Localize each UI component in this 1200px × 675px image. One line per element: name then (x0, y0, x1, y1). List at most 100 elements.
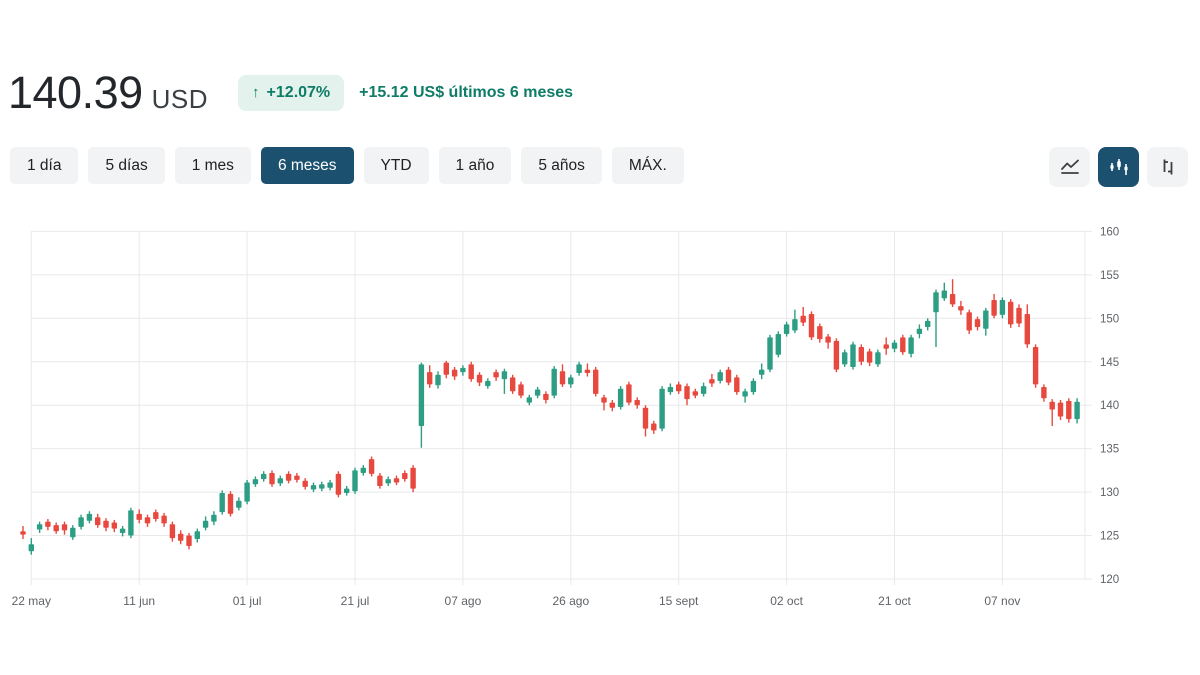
y-axis-label: 125 (1100, 531, 1119, 543)
candle-body (584, 369, 591, 374)
tab-1-año[interactable]: 1 año (438, 147, 512, 184)
candle-body (709, 379, 715, 384)
line-chart-icon (1059, 156, 1081, 178)
candle-body (451, 369, 458, 377)
candle-body (518, 384, 524, 396)
candle-body (891, 342, 898, 349)
period-tabs: 1 día 5 días 1 mes 6 meses YTD 1 año 5 años MÁX… (10, 147, 684, 184)
candlestick-icon (1108, 156, 1130, 178)
candle-body (136, 513, 142, 520)
x-axis-label: 07 nov (984, 594, 1020, 608)
candle-body (808, 313, 815, 338)
tab-1-día[interactable]: 1 día (10, 147, 79, 184)
candle-body (435, 374, 441, 386)
candle-body (659, 388, 665, 429)
candle-body (194, 531, 200, 540)
candle-body (750, 380, 757, 393)
candle-body (576, 364, 582, 374)
candle-body (593, 369, 599, 394)
tab-5-días[interactable]: 5 días (88, 147, 165, 184)
candle-body (700, 386, 707, 394)
candle-body (725, 369, 732, 383)
candle-body (128, 510, 134, 536)
candle-body (277, 478, 283, 484)
candle-body (36, 524, 43, 530)
candle-body (908, 337, 914, 354)
candle-body (866, 351, 873, 363)
candle-body (161, 515, 167, 524)
candle-body (617, 388, 624, 407)
candle-body (1049, 401, 1055, 410)
candlestick-chart[interactable]: 120 125 130 135 140 145 150 155 160 22 may 11 jun 0… (0, 215, 1200, 675)
candle-body (526, 397, 532, 403)
tab-6-meses[interactable]: 6 meses (260, 147, 354, 184)
candle-body (285, 473, 292, 481)
candle-body (1041, 386, 1047, 399)
ohlc-compare-button[interactable] (1147, 147, 1188, 187)
candle-body (601, 397, 607, 403)
candle-body (310, 485, 317, 490)
candlestick-chart-button[interactable] (1098, 147, 1139, 187)
candle-body (294, 475, 300, 480)
candle-body (485, 380, 491, 387)
candle-body (302, 480, 308, 487)
ohlc-compare-icon (1157, 156, 1179, 178)
candle-body (991, 300, 997, 316)
candle-body (684, 386, 690, 400)
candle-body (543, 393, 549, 400)
candle-body (86, 513, 93, 521)
candle-body (734, 377, 740, 393)
tab-5-años[interactable]: 5 años (521, 147, 602, 184)
candle-body (70, 527, 76, 538)
candle-body (1016, 307, 1022, 324)
up-arrow-icon: ↑ (252, 84, 260, 101)
candle-body (236, 500, 242, 508)
candle-body (219, 492, 225, 513)
stock-chart-page: 140.39 USD ↑ +12.07% +15.12 US$ últimos … (0, 0, 1200, 675)
candle-body (842, 352, 848, 365)
current-price: 140.39 (8, 67, 143, 118)
candle-body (634, 399, 640, 406)
candle-body (402, 472, 408, 480)
candle-body (933, 292, 939, 313)
y-axis-label: 155 (1100, 270, 1119, 282)
candle-body (999, 300, 1006, 315)
candle-body (767, 337, 773, 370)
candle-body (1032, 346, 1039, 385)
y-axis-label: 130 (1100, 487, 1119, 499)
candle-body (1066, 400, 1072, 420)
candle-body (800, 315, 806, 323)
tab-1-mes[interactable]: 1 mes (174, 147, 251, 184)
candle-body (900, 337, 906, 353)
candle-body (269, 472, 275, 485)
candle-body (783, 324, 790, 334)
candle-body (468, 364, 474, 380)
candle-body (20, 531, 26, 535)
candle-body (966, 312, 972, 331)
candle-body (393, 478, 400, 483)
candle-body (742, 391, 748, 397)
candle-body (949, 293, 956, 305)
x-axis-label: 11 jun (123, 594, 155, 608)
candle-body (775, 333, 781, 355)
candle-body (983, 310, 989, 329)
tab-ytd[interactable]: YTD (363, 147, 429, 184)
candle-body (476, 374, 483, 383)
candle-body (418, 364, 425, 427)
candle-body (941, 290, 947, 299)
grid-lines (30, 230, 1085, 580)
y-axis-label: 150 (1100, 313, 1119, 325)
candle-body (925, 320, 931, 327)
candle-body (352, 470, 358, 492)
candle-body (178, 533, 184, 541)
candle-body (1008, 301, 1014, 325)
tab-máx-[interactable]: MÁX. (611, 147, 684, 184)
x-axis-label: 26 ago (552, 594, 589, 608)
price-header: 140.39 USD ↑ +12.07% +15.12 US$ últimos … (8, 70, 573, 115)
candle-body (244, 482, 250, 502)
line-chart-button[interactable] (1049, 147, 1090, 187)
x-axis-label: 21 oct (878, 594, 911, 608)
candle-body (385, 479, 391, 484)
candle-body (676, 384, 682, 392)
y-axis-label: 135 (1100, 444, 1119, 456)
